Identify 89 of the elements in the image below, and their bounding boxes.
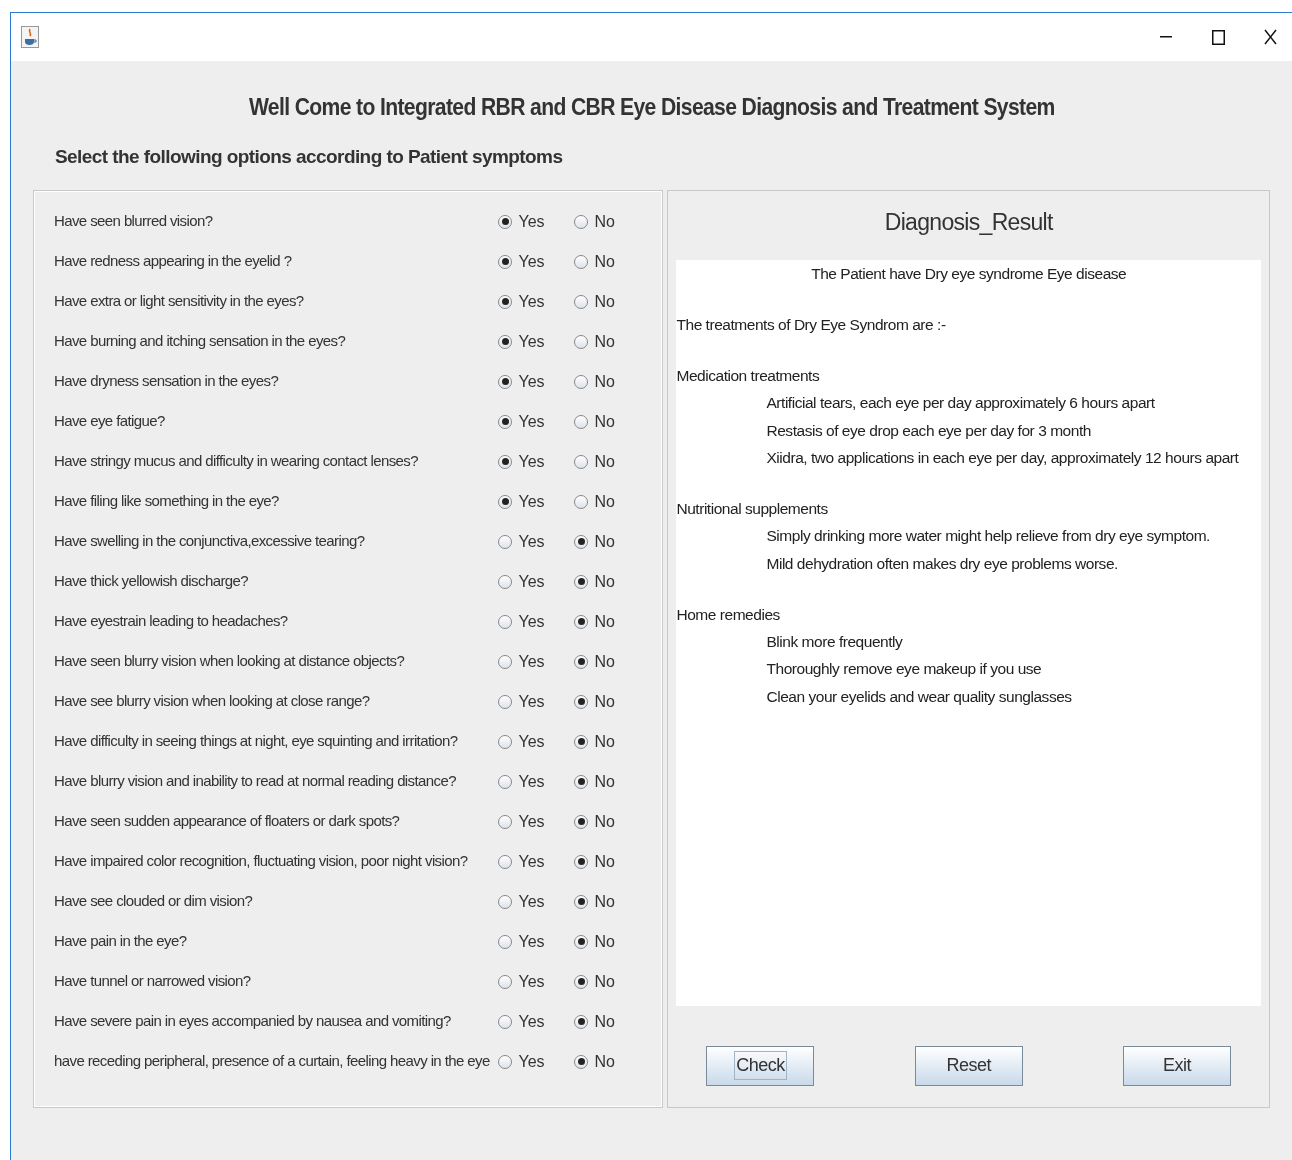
radio-option[interactable]: No (574, 529, 643, 554)
symptom-question: Have filing like something in the eye? (54, 491, 280, 512)
treatment-line: Xiidra, two applications in each eye per day, approximately 12 hours apart (765, 447, 1240, 468)
maximize-icon (1211, 29, 1225, 45)
radio-option[interactable]: No (574, 809, 643, 834)
radio-option[interactable]: No (574, 1009, 643, 1034)
symptom-question: Have impaired color recognition, fluctuating vision, poor night vision? (54, 851, 469, 872)
radio-option[interactable]: No (574, 209, 643, 234)
radio-option[interactable]: No (574, 609, 643, 634)
section-heading: Home remedies (676, 604, 781, 625)
radio-option[interactable]: No (574, 1049, 643, 1074)
radio-option[interactable]: No (574, 249, 643, 274)
symptom-question: Have blurry vision and inability to read at normal reading distance? (54, 771, 457, 792)
symptom-question: Have see clouded or dim vision? (54, 891, 254, 912)
symptom-question: Have see blurry vision when looking at close range? (54, 691, 371, 712)
radio-option[interactable]: No (574, 689, 643, 714)
radio-option[interactable]: No (574, 329, 643, 354)
symptom-question: Have difficulty in seeing things at night, eye squinting and irritation? (54, 731, 459, 752)
radio-option[interactable]: Yes (498, 489, 567, 514)
action-button[interactable]: Check (706, 1045, 815, 1086)
radio-option[interactable]: No (574, 409, 643, 434)
instruction-text: Select the following options according to Patient symptoms (55, 145, 563, 169)
section-heading: Nutritional supplements (676, 499, 829, 519)
symptom-question: Have seen blurred vision? (54, 211, 214, 232)
window-heading: Well Come to Integrated RBR and CBR Eye Disease Diagnosis and Treatment System (248, 92, 1055, 122)
treatment-line: Thoroughly remove eye makeup if you use (765, 659, 1043, 680)
section-heading: Medication treatments (676, 366, 821, 386)
radio-option[interactable]: Yes (498, 409, 567, 434)
radio-option[interactable]: No (574, 769, 643, 794)
diagnosis-text: The Patient have Dry eye syndrome Eye disease (811, 263, 1127, 284)
radio-option[interactable]: No (574, 929, 643, 954)
radio-option[interactable]: Yes (498, 649, 567, 674)
symptom-question: Have eye fatigue? (54, 411, 166, 432)
treatment-line: Restasis of eye drop each eye per day for 3 month (765, 420, 1092, 441)
radio-option[interactable]: Yes (498, 1049, 567, 1074)
treatment-line: Artificial tears, each eye per day approximately 6 hours apart (765, 393, 1156, 414)
action-button[interactable]: Reset (914, 1045, 1023, 1086)
radio-option[interactable]: Yes (498, 369, 567, 394)
radio-option[interactable]: No (574, 649, 643, 674)
symptom-question: Have swelling in the conjunctiva,excessive tearing? (54, 531, 366, 552)
symptom-question: Have severe pain in eyes accompanied by nausea and vomiting? (54, 1011, 452, 1032)
radio-option[interactable]: Yes (498, 849, 567, 874)
treatment-line: Blink more frequently (765, 632, 904, 652)
radio-option[interactable]: No (574, 889, 643, 914)
radio-option[interactable]: No (574, 289, 643, 314)
radio-option[interactable]: No (574, 729, 643, 754)
radio-option[interactable]: Yes (498, 809, 567, 834)
radio-option[interactable]: No (574, 569, 643, 594)
symptom-question: Have thick yellowish discharge? (54, 571, 249, 592)
radio-option[interactable]: Yes (498, 289, 567, 314)
symptom-question: Have extra or light sensitivity in the eyes? (54, 291, 305, 312)
symptom-question: Have eyestrain leading to headaches? (54, 611, 289, 632)
treatment-line: Clean your eyelids and wear quality sunglasses (765, 686, 1073, 707)
radio-option[interactable]: Yes (498, 609, 567, 634)
symptom-question: have receding peripheral, presence of a curtain, feeling heavy in the eye (54, 1051, 491, 1072)
symptom-question: Have seen sudden appearance of floaters or dark spots? (54, 811, 401, 832)
symptom-question: Have pain in the eye? (54, 931, 188, 952)
radio-option[interactable]: No (574, 849, 643, 874)
radio-option[interactable]: No (574, 369, 643, 394)
action-button[interactable]: Exit (1123, 1045, 1231, 1086)
radio-option[interactable]: Yes (498, 969, 567, 994)
minimize-icon (1160, 36, 1172, 38)
radio-option[interactable]: Yes (498, 769, 567, 794)
java-app-icon (21, 26, 39, 48)
radio-option[interactable]: Yes (498, 529, 567, 554)
symptom-question: Have redness appearing in the eyelid ? (54, 251, 293, 272)
radio-option[interactable]: Yes (498, 929, 567, 954)
symptom-question: Have dryness sensation in the eyes? (54, 371, 280, 392)
treatment-line: Simply drinking more water might help relieve from dry eye symptom. (765, 526, 1211, 547)
radio-option[interactable]: Yes (498, 889, 567, 914)
radio-option[interactable]: Yes (498, 209, 567, 234)
treatment-line: Mild dehydration often makes dry eye problems worse. (765, 553, 1119, 574)
radio-option[interactable]: Yes (498, 689, 567, 714)
symptom-question: Have seen blurry vision when looking at distance objects? (54, 651, 406, 672)
close-icon (1263, 29, 1277, 45)
radio-option[interactable]: Yes (498, 249, 567, 274)
radio-option[interactable]: Yes (498, 569, 567, 594)
radio-option[interactable]: Yes (498, 449, 567, 474)
radio-option[interactable]: Yes (498, 729, 567, 754)
treatments-intro: The treatments of Dry Eye Syndrom are :- (676, 314, 947, 335)
symptom-question: Have stringy mucus and difficulty in wearing contact lenses? (54, 451, 419, 472)
radio-option[interactable]: Yes (498, 1009, 567, 1034)
symptom-question: Have tunnel or narrowed vision? (54, 971, 252, 992)
result-title: Diagnosis_Result (884, 207, 1053, 237)
radio-option[interactable]: No (574, 489, 643, 514)
radio-option[interactable]: No (574, 449, 643, 474)
radio-option[interactable]: Yes (498, 329, 567, 354)
symptom-question: Have burning and itching sensation in the eyes? (54, 331, 347, 352)
radio-option[interactable]: No (574, 969, 643, 994)
